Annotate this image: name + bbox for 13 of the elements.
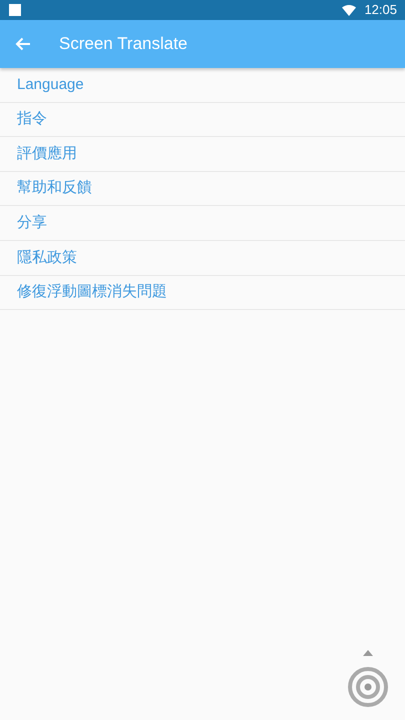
- app-title: Screen Translate: [59, 33, 188, 56]
- menu-item[interactable]: 隱私政策: [17, 246, 77, 270]
- status-time: 12:05: [364, 1, 397, 20]
- back-icon[interactable]: [15, 37, 31, 51]
- menu-item[interactable]: 評價應用: [17, 142, 77, 166]
- floating-target-icon[interactable]: [347, 650, 389, 708]
- notification-icon: [9, 4, 21, 16]
- menu-item[interactable]: 幫助和反饋: [17, 177, 92, 200]
- menu-item[interactable]: Language: [17, 74, 84, 96]
- menu-item[interactable]: 分享: [17, 212, 47, 234]
- menu-item[interactable]: 指令: [17, 108, 47, 131]
- wifi-icon: [342, 4, 356, 16]
- menu-item[interactable]: 修復浮動圖標消失問題: [17, 281, 167, 304]
